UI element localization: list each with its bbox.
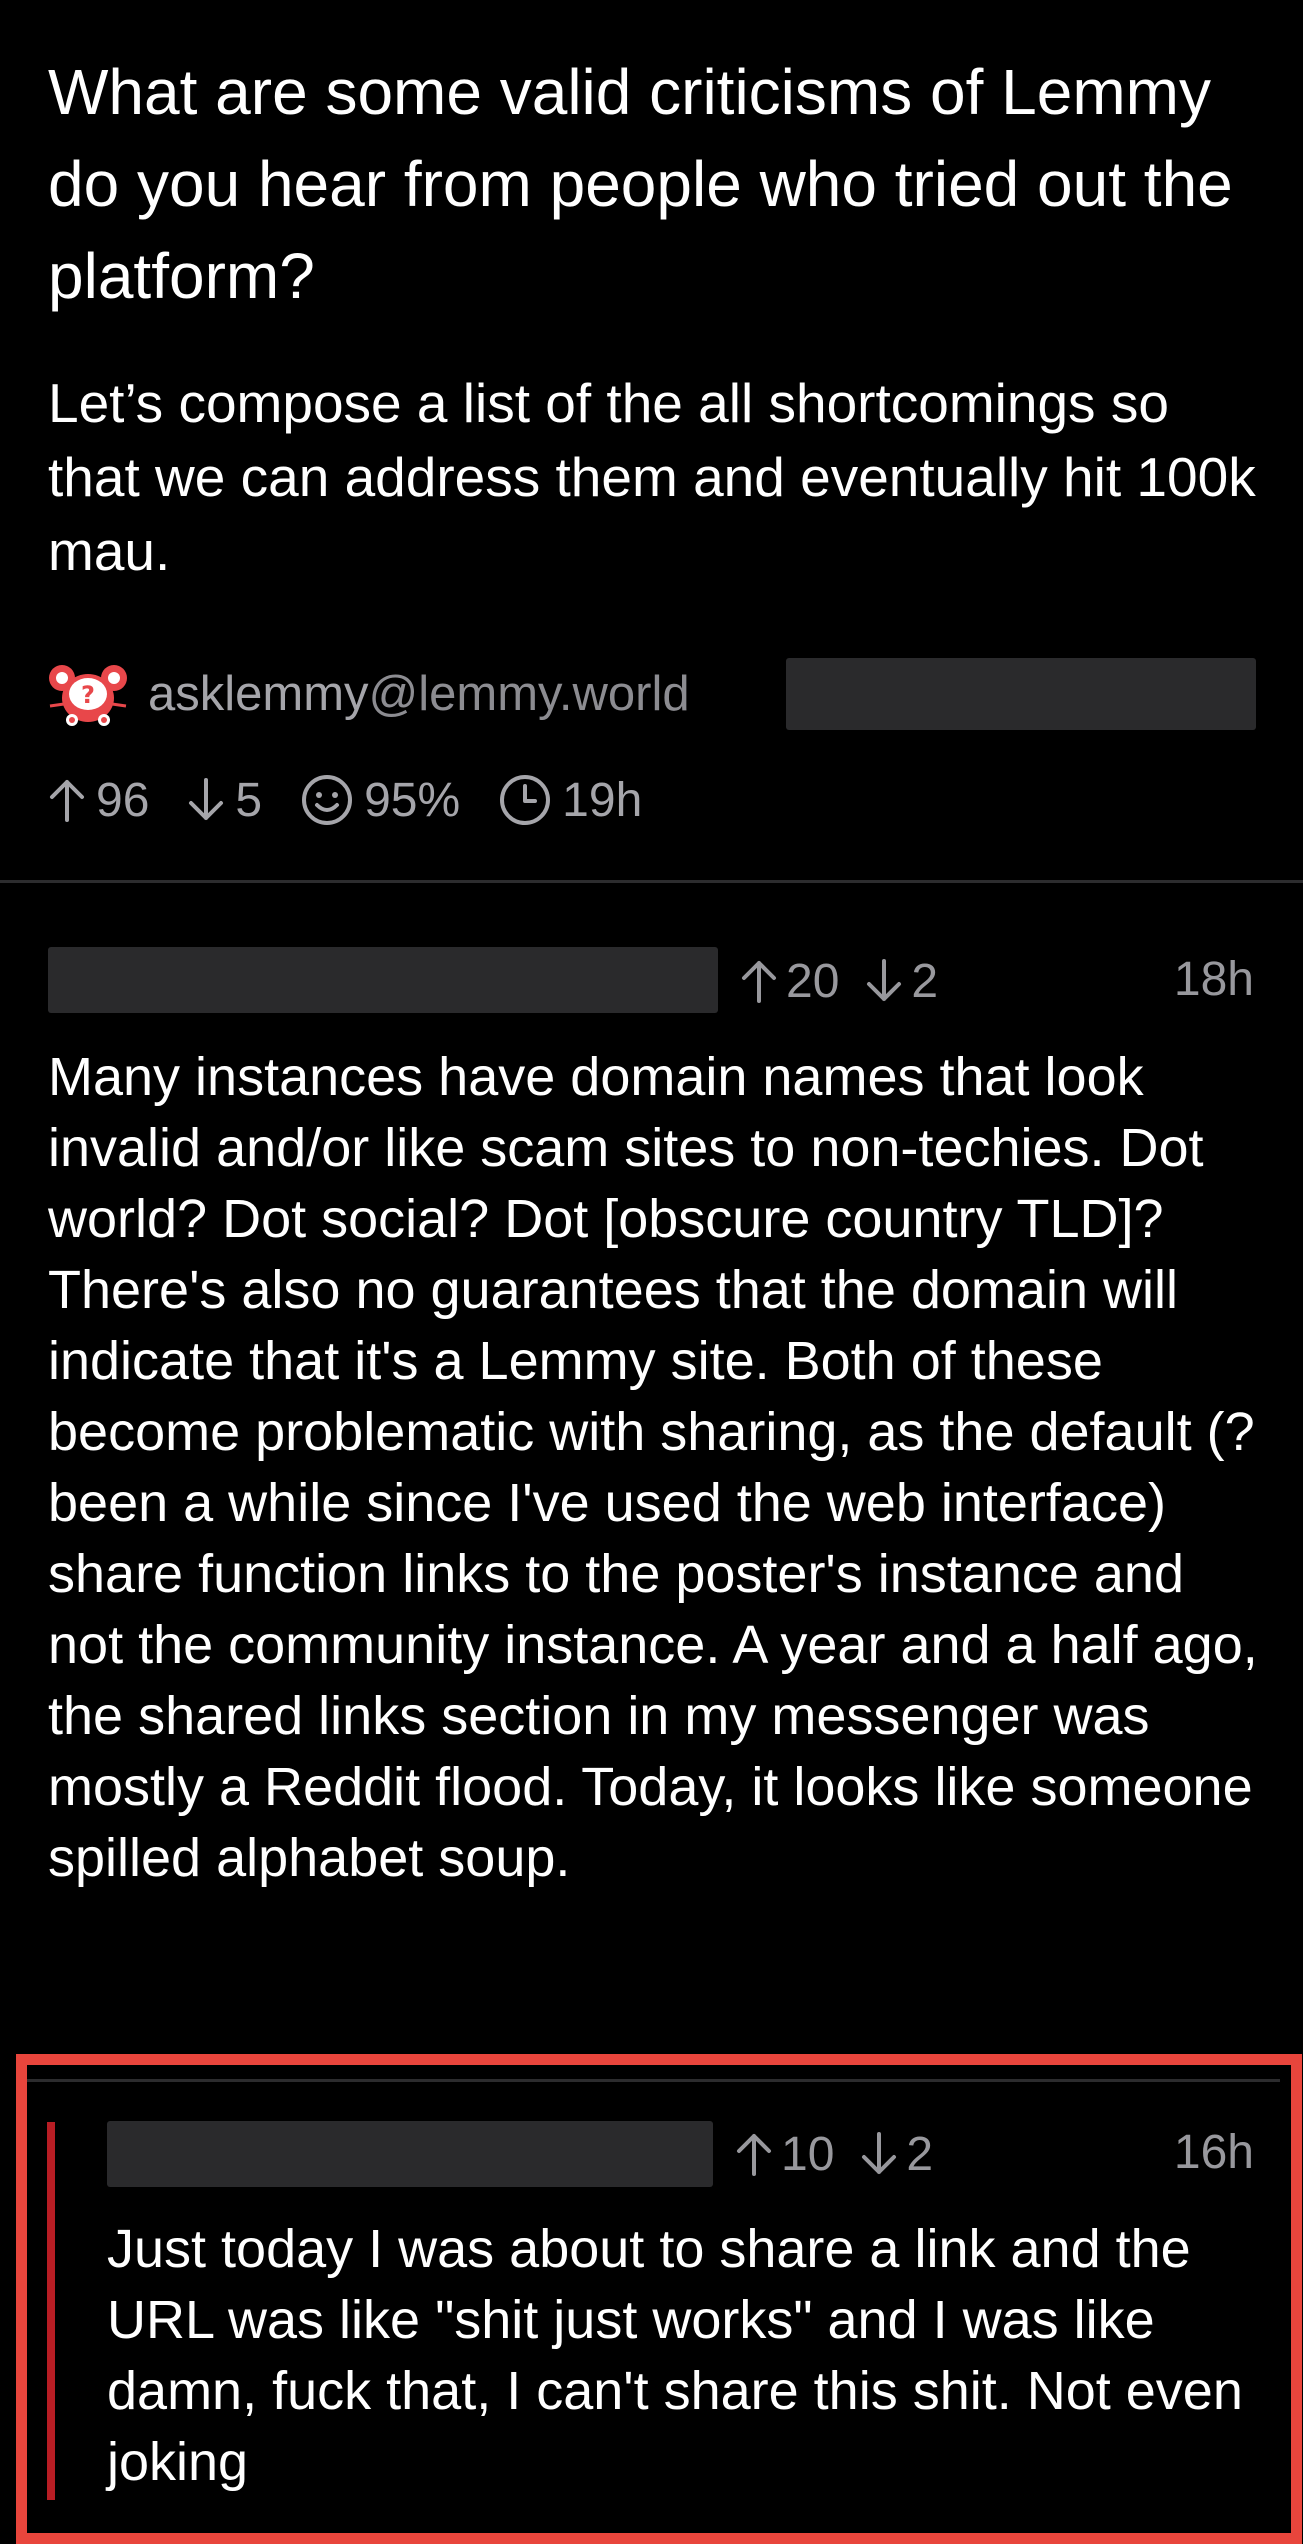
reply-body: Just today I was about to share a link a…	[107, 2219, 1243, 2492]
post-body: Let’s compose a list of the all shortcom…	[48, 372, 1256, 582]
reply-votes: 10 2	[735, 2121, 959, 2187]
post-title: What are some valid criticisms of Lemmy …	[48, 56, 1233, 312]
comment-downvote[interactable]: 2	[865, 954, 938, 1009]
redacted-commenter	[107, 2121, 713, 2187]
post-stats: 96 5 95% 19h	[48, 768, 680, 832]
comment-votes: 20 2	[740, 948, 964, 1014]
comment-downvote-count: 2	[911, 954, 939, 1008]
post-ratio: 95%	[300, 773, 460, 828]
comment-upvote-count: 20	[786, 954, 840, 1008]
post-upvote-count: 96	[96, 773, 150, 827]
post-downvote-count: 5	[235, 773, 263, 827]
clock-icon	[500, 775, 551, 825]
post-downvote[interactable]: 5	[187, 773, 262, 828]
reply-upvote-count: 10	[781, 2127, 835, 2181]
post-upvote[interactable]: 96	[48, 773, 149, 828]
post-divider	[0, 880, 1303, 883]
arrow-down-icon	[862, 2132, 897, 2174]
arrow-up-icon	[742, 961, 776, 1003]
reply-downvote[interactable]: 2	[860, 2127, 933, 2182]
comment-age: 18h	[1173, 953, 1254, 1006]
reply-downvote-count: 2	[906, 2127, 934, 2181]
reply-upvote[interactable]: 10	[735, 2127, 834, 2182]
post-ratio-value: 95%	[364, 773, 461, 827]
community-name: asklemmy@lemmy.world	[148, 666, 690, 722]
redacted-commenter	[48, 947, 718, 1013]
smiley-icon	[302, 775, 353, 825]
post-age-value: 19h	[562, 773, 643, 827]
reply-age: 16h	[1173, 2126, 1254, 2179]
reply-divider	[27, 2079, 1280, 2082]
arrow-down-icon	[189, 778, 224, 820]
community-host: @lemmy.world	[368, 667, 690, 721]
arrow-up-icon	[50, 780, 84, 822]
reply-depth-bar	[47, 2122, 55, 2500]
arrow-up-icon	[737, 2134, 771, 2176]
redacted-author	[786, 658, 1256, 730]
svg-text:?: ?	[81, 681, 95, 709]
comment-body: Many instances have domain names that lo…	[48, 1047, 1258, 1888]
asklemmy-question-mouse-icon: ?	[48, 656, 128, 732]
arrow-down-icon	[867, 959, 902, 1001]
community-handle: asklemmy	[148, 667, 369, 721]
comment-upvote[interactable]: 20	[740, 954, 839, 1009]
post-age: 19h	[498, 773, 642, 828]
